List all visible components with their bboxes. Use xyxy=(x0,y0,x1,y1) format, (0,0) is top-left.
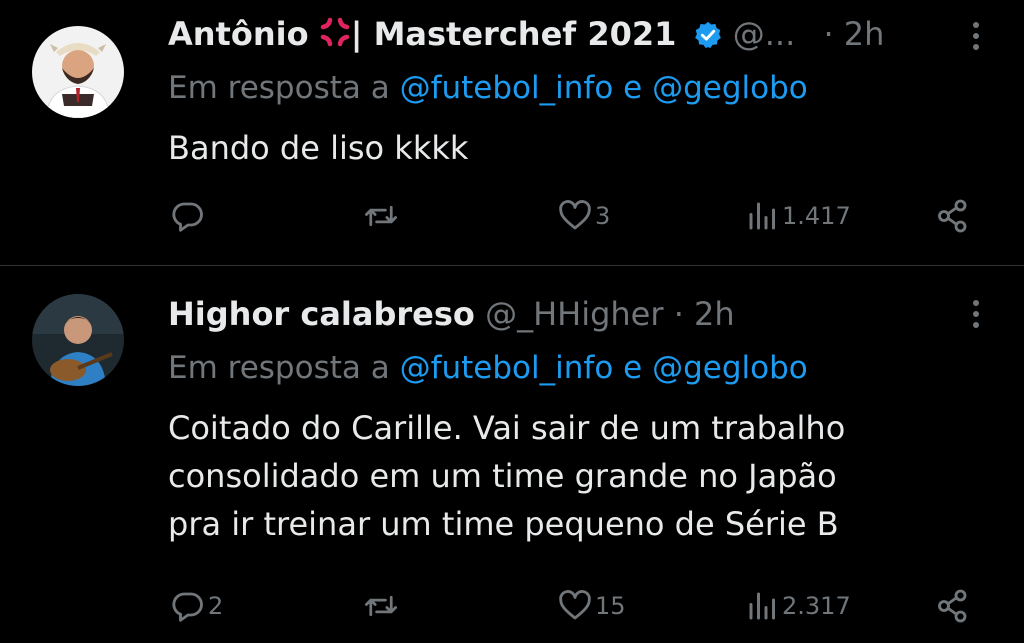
more-icon[interactable] xyxy=(972,300,980,333)
tweet-actions: 3 1.417 xyxy=(0,198,1024,238)
timestamp[interactable]: · 2h xyxy=(823,15,884,53)
verified-badge-icon xyxy=(693,19,723,59)
retweet-icon xyxy=(362,588,400,624)
handle[interactable]: @_HHigher xyxy=(485,295,663,333)
mention-geglobo[interactable]: @geglobo xyxy=(652,70,808,106)
avatar[interactable] xyxy=(32,26,124,118)
reply-prefix: Em resposta a xyxy=(168,350,390,386)
mention-futebol-info[interactable]: @futebol_info xyxy=(400,350,614,386)
reply-button[interactable] xyxy=(168,198,208,234)
display-name-suffix[interactable]: | Masterchef 2021 xyxy=(351,15,677,53)
reply-prefix: Em resposta a xyxy=(168,70,390,106)
avatar[interactable] xyxy=(32,294,124,386)
share-icon xyxy=(935,588,971,624)
views-button[interactable]: 1.417 xyxy=(744,198,851,234)
reply-icon xyxy=(170,198,206,234)
reply-and: e xyxy=(623,70,643,106)
mention-geglobo[interactable]: @geglobo xyxy=(652,350,808,386)
reply-icon xyxy=(170,588,206,624)
tweet-1[interactable]: Antônio | Masterchef 2021 @... · 2h Em r… xyxy=(0,0,1024,265)
tweet-header: Highor calabreso @_HHigher · 2h xyxy=(168,294,735,334)
share-icon xyxy=(935,198,971,234)
like-icon xyxy=(557,198,593,234)
like-button[interactable]: 15 xyxy=(555,588,626,624)
tweet-header: Antônio | Masterchef 2021 @... · 2h xyxy=(168,14,884,59)
tweet-2[interactable]: Highor calabreso @_HHigher · 2h Em respo… xyxy=(0,266,1024,643)
reply-context: Em resposta a @futebol_info e @geglobo xyxy=(168,68,808,108)
more-icon[interactable] xyxy=(972,22,980,55)
views-icon xyxy=(746,198,780,234)
retweet-button[interactable] xyxy=(360,198,402,234)
views-icon xyxy=(746,588,780,624)
like-count: 3 xyxy=(595,202,611,230)
retweet-button[interactable] xyxy=(360,588,402,624)
views-button[interactable]: 2.317 xyxy=(744,588,851,624)
anger-emoji-icon xyxy=(319,16,351,57)
like-button[interactable]: 3 xyxy=(555,198,610,234)
views-count: 1.417 xyxy=(782,202,851,230)
tweet-actions: 2 15 2.317 xyxy=(0,588,1024,628)
display-name[interactable]: Highor calabreso xyxy=(168,295,475,333)
views-count: 2.317 xyxy=(782,592,851,620)
reply-button[interactable]: 2 xyxy=(168,588,223,624)
retweet-icon xyxy=(362,198,400,234)
mention-futebol-info[interactable]: @futebol_info xyxy=(400,70,614,106)
share-button[interactable] xyxy=(933,588,971,624)
tweet-text: Bando de liso kkkk xyxy=(168,129,469,167)
timestamp[interactable]: · 2h xyxy=(674,295,735,333)
reply-and: e xyxy=(623,350,643,386)
like-icon xyxy=(557,588,593,624)
like-count: 15 xyxy=(595,592,626,620)
share-button[interactable] xyxy=(933,198,971,234)
reply-count: 2 xyxy=(208,592,224,620)
handle[interactable]: @... xyxy=(733,15,796,53)
display-name[interactable]: Antônio xyxy=(168,15,309,53)
reply-context: Em resposta a @futebol_info e @geglobo xyxy=(168,348,808,388)
tweet-text: Coitado do Carille. Vai sair de um traba… xyxy=(168,409,846,543)
